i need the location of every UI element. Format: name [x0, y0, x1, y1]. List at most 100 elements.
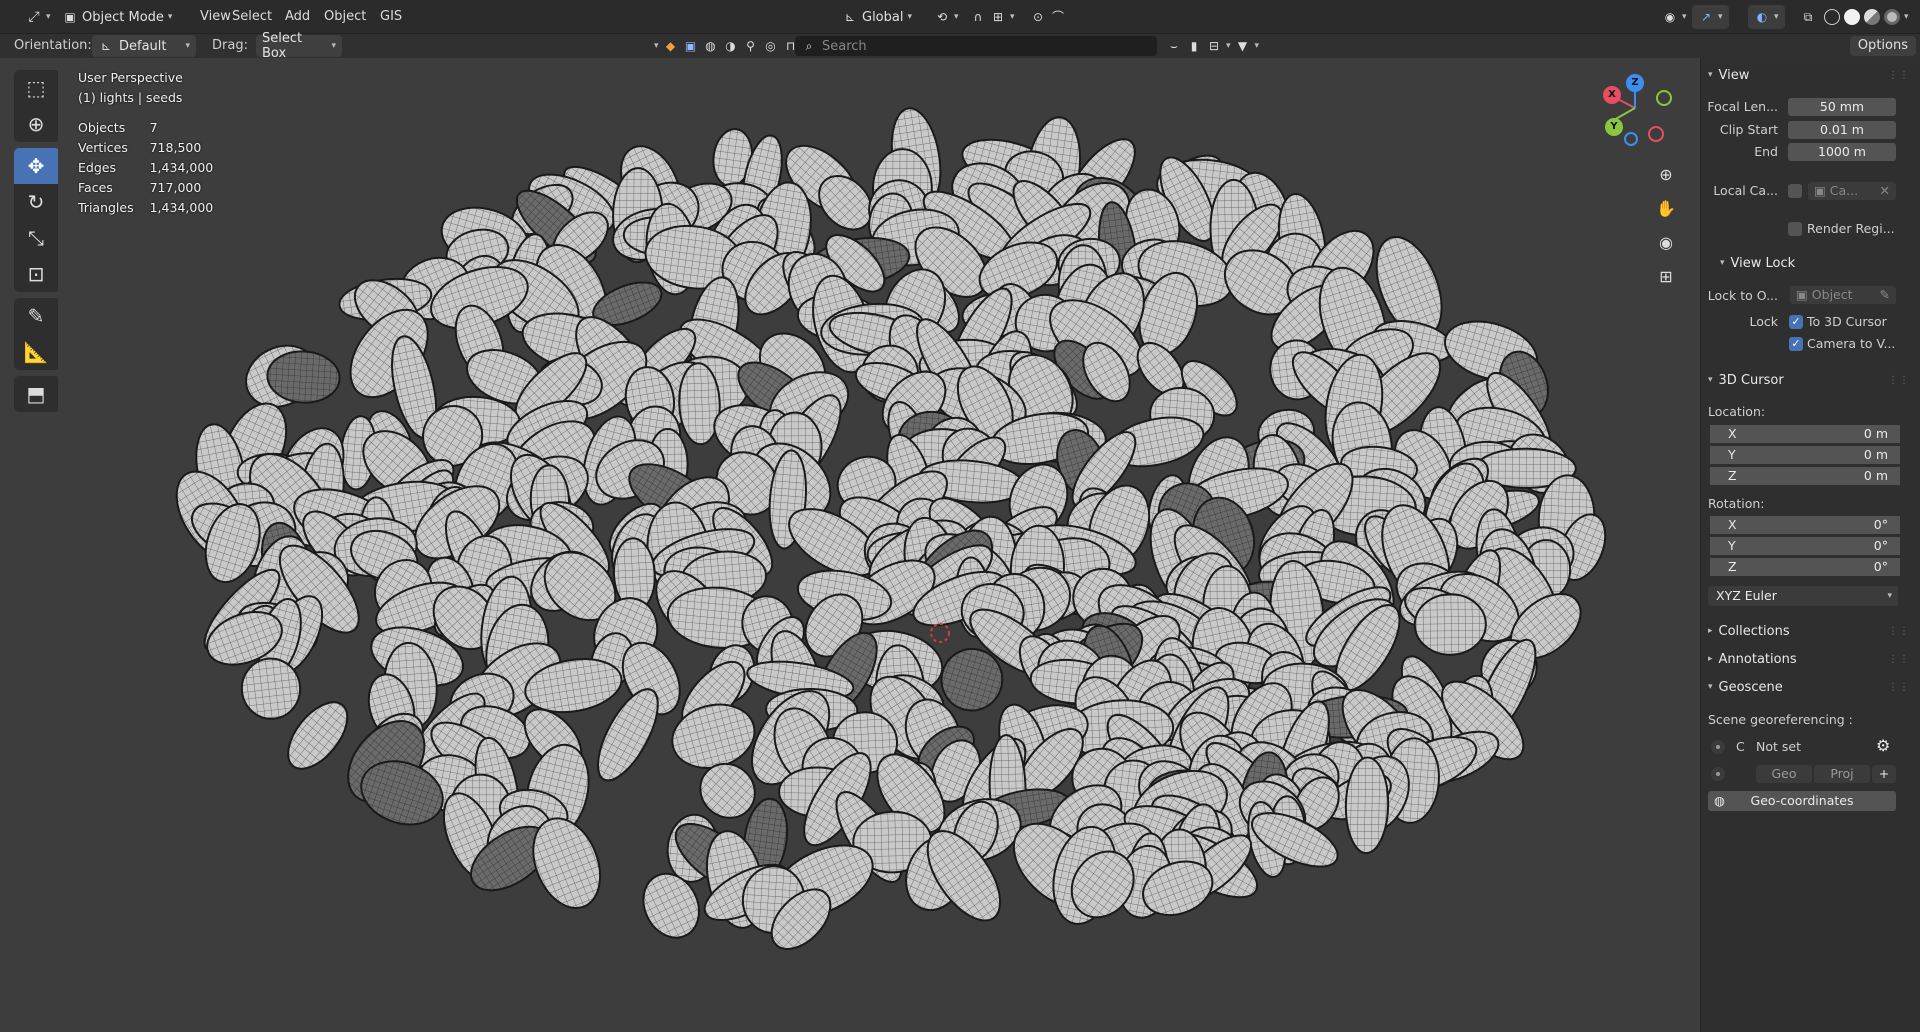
- lock-to-object-field[interactable]: ▣ Object ✎: [1790, 286, 1896, 304]
- render-region-label: Render Regi...: [1807, 221, 1895, 236]
- rotation-x-field[interactable]: X 0°: [1710, 516, 1900, 534]
- gizmo-y-axis[interactable]: Y: [1605, 118, 1623, 136]
- crs-radio[interactable]: [1711, 740, 1725, 754]
- toggle-icon: ⌣: [1170, 39, 1178, 53]
- solid-shading-icon[interactable]: [1844, 9, 1860, 25]
- drag-dropdown[interactable]: Select Box ▾: [256, 31, 342, 61]
- cursor-tool[interactable]: ⊕: [14, 106, 58, 142]
- location-z-field[interactable]: Z 0 m: [1710, 467, 1900, 485]
- render-region-checkbox[interactable]: [1788, 222, 1802, 236]
- settings-gear-icon[interactable]: ⚙: [1876, 736, 1890, 755]
- stat-label: Vertices: [78, 140, 128, 155]
- local-camera-field[interactable]: ▣ Ca... ✕: [1808, 182, 1896, 200]
- gizmo-x-axis[interactable]: X: [1603, 86, 1621, 104]
- options-button[interactable]: Options: [1849, 36, 1916, 56]
- overlays-toggle[interactable]: ◐ ▾: [1748, 5, 1785, 29]
- stats-row: Edges 1,434,000: [78, 158, 213, 178]
- drag-handle-icon[interactable]: ⋮⋮: [1888, 654, 1910, 665]
- add-crs-button[interactable]: +: [1872, 765, 1896, 783]
- outliner-filters[interactable]: ⌣ ▮ ⊟ ▾ ▼ ▾: [1160, 34, 1265, 58]
- location-y-field[interactable]: Y 0 m: [1710, 446, 1900, 464]
- geo-coordinates-button[interactable]: ◍ Geo-coordinates: [1708, 791, 1896, 811]
- pan-button[interactable]: ✋: [1652, 194, 1680, 222]
- view-panel-title: View: [1718, 67, 1750, 83]
- gizmo-neg-y[interactable]: [1656, 90, 1672, 106]
- drag-handle-icon[interactable]: ⋮⋮: [1888, 70, 1910, 81]
- snap-toggle[interactable]: ∩ ⊞ ▾: [964, 5, 1021, 29]
- annotations-title: Annotations: [1718, 651, 1797, 667]
- add-cube-tool[interactable]: ⬒: [14, 376, 58, 412]
- drag-handle-icon[interactable]: ⋮⋮: [1888, 682, 1910, 693]
- annotate-tool[interactable]: ✎: [14, 298, 58, 334]
- measure-tool[interactable]: 📐: [14, 334, 58, 370]
- move-tool[interactable]: ✥: [14, 148, 58, 184]
- clear-icon[interactable]: ✕: [1880, 182, 1890, 200]
- rotation-z-field[interactable]: Z 0°: [1710, 558, 1900, 576]
- perspective-toggle-button[interactable]: ⊞: [1652, 262, 1680, 290]
- view-lock-title: View Lock: [1730, 255, 1796, 271]
- mode-selector[interactable]: ▣ Object Mode ▾: [56, 5, 178, 29]
- filter-dropdown[interactable]: ▾ ◆ ▣ ◍ ◑ ⚲ ◎ ⊓: [648, 34, 805, 58]
- search-placeholder: Search: [822, 38, 867, 54]
- wireframe-shading-icon[interactable]: [1824, 9, 1840, 25]
- proportional-edit-toggle[interactable]: ⊙ ⌒: [1024, 5, 1072, 29]
- shading-dropdown[interactable]: ▾: [1902, 5, 1911, 29]
- select-box-tool[interactable]: ⬚: [14, 70, 58, 106]
- geoscene-panel-header[interactable]: ▾ Geoscene ⋮⋮: [1700, 676, 1920, 698]
- view-lock-panel-header[interactable]: ▾ View Lock: [1712, 252, 1920, 274]
- 3d-cursor-panel-header[interactable]: ▾ 3D Cursor ⋮⋮: [1700, 369, 1920, 391]
- rotation-mode-dropdown[interactable]: XYZ Euler ▾: [1708, 586, 1898, 606]
- menu-object[interactable]: Object: [318, 5, 372, 29]
- lock-3d-cursor-checkbox[interactable]: ✓: [1789, 315, 1803, 329]
- view-panel-header[interactable]: ▾ View ⋮⋮: [1700, 64, 1920, 86]
- local-camera-checkbox[interactable]: [1788, 184, 1802, 198]
- eyedropper-icon[interactable]: ✎: [1880, 286, 1890, 304]
- chevron-down-icon: ▾: [654, 41, 659, 51]
- clip-end-field[interactable]: 1000 m: [1788, 143, 1896, 161]
- proj-button[interactable]: Proj: [1814, 765, 1870, 783]
- stat-value: 718,500: [149, 140, 202, 155]
- zoom-button[interactable]: ⊕: [1652, 160, 1680, 188]
- pivot-point-dropdown[interactable]: ⟲ ▾: [928, 5, 965, 29]
- mesh-icon: ◍: [705, 39, 716, 53]
- clip-start-field[interactable]: 0.01 m: [1788, 121, 1896, 139]
- crs-value: Not set: [1756, 739, 1801, 754]
- search-input[interactable]: ⌕ Search: [795, 36, 1157, 56]
- camera-view-button[interactable]: ◉: [1652, 228, 1680, 256]
- transform-tool[interactable]: ⊡: [14, 256, 58, 292]
- gizmo-toggle[interactable]: ↗ ▾: [1692, 5, 1729, 29]
- eye-icon: ◉: [1664, 10, 1676, 24]
- scale-tool[interactable]: ⤡: [14, 220, 58, 256]
- cube-add-icon: ⬒: [26, 382, 46, 406]
- geo-button[interactable]: Geo: [1756, 765, 1812, 783]
- rotation-y-field[interactable]: Y 0°: [1710, 537, 1900, 555]
- menu-select[interactable]: Select: [226, 5, 278, 29]
- gizmo-neg-z[interactable]: [1624, 132, 1638, 146]
- gizmo-z-axis[interactable]: Z: [1626, 74, 1644, 92]
- drag-handle-icon[interactable]: ⋮⋮: [1888, 375, 1910, 386]
- stat-value: 717,000: [149, 180, 202, 195]
- visibility-dropdown[interactable]: ◉ ▾: [1656, 5, 1693, 29]
- location-x-field[interactable]: X 0 m: [1710, 425, 1900, 443]
- lock-to-object-label: Lock to O...: [1707, 288, 1778, 303]
- drag-handle-icon[interactable]: ⋮⋮: [1888, 626, 1910, 637]
- focal-length-field[interactable]: 50 mm: [1788, 98, 1896, 116]
- collections-panel-header[interactable]: ▸ Collections ⋮⋮: [1700, 620, 1920, 642]
- geo-radio[interactable]: [1711, 767, 1725, 781]
- xray-toggle[interactable]: ⧉: [1794, 5, 1822, 29]
- transform-orientation-dropdown[interactable]: ⊾ Global ▾: [836, 5, 918, 29]
- annotations-panel-header[interactable]: ▸ Annotations ⋮⋮: [1700, 648, 1920, 670]
- material-shading-icon[interactable]: [1864, 9, 1880, 25]
- editor-type-button[interactable]: ⤢ ▾: [20, 5, 57, 29]
- bookmark-icon: ▮: [1190, 39, 1198, 53]
- menu-add[interactable]: Add: [279, 5, 316, 29]
- rotate-tool[interactable]: ↻: [14, 184, 58, 220]
- rendered-shading-icon[interactable]: [1884, 9, 1900, 25]
- menu-gis[interactable]: GIS: [374, 5, 408, 29]
- chevron-down-icon: ▾: [1226, 41, 1231, 51]
- rotation-label: Rotation:: [1708, 496, 1765, 511]
- 3d-viewport[interactable]: User Perspective (1) lights | seeds Obje…: [0, 58, 1700, 1032]
- camera-to-view-checkbox[interactable]: ✓: [1789, 337, 1803, 351]
- orientation-dropdown[interactable]: ⊾ Default ▾: [92, 35, 196, 57]
- gizmo-neg-x[interactable]: [1648, 126, 1664, 142]
